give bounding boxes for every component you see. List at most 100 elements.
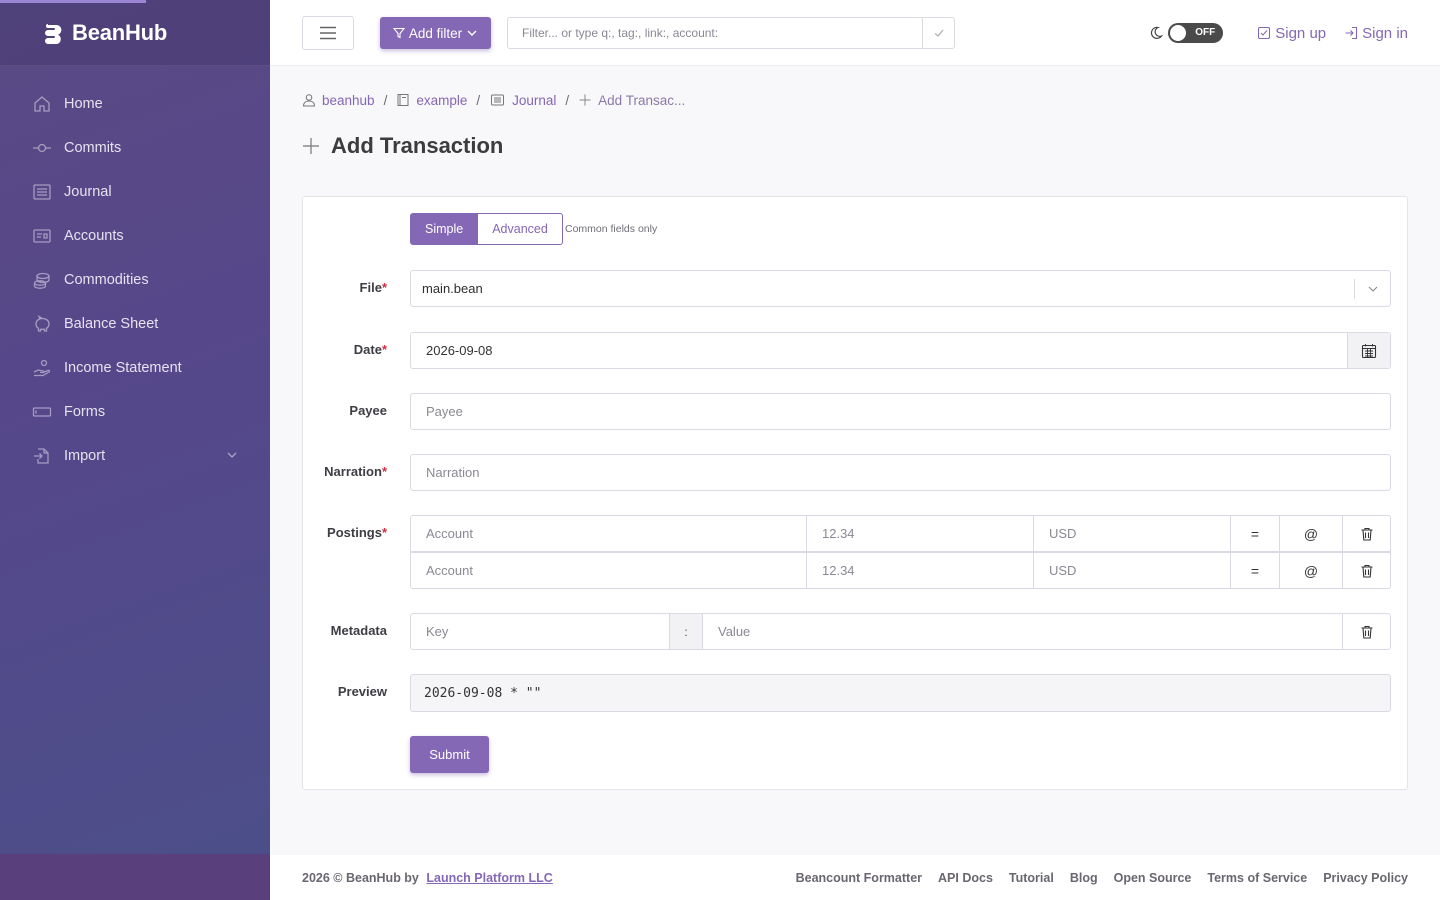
breadcrumb-repo[interactable]: example [396,93,467,108]
dark-mode-toggle[interactable]: OFF [1168,23,1224,43]
preview-box: 2026-09-08 * "" [410,674,1391,712]
postings-label: Postings* [327,525,387,540]
delete-metadata-button[interactable] [1343,614,1390,649]
sign-up-label: Sign up [1275,24,1327,42]
posting-account-input[interactable] [426,526,806,541]
breadcrumb-journal[interactable]: Journal [489,93,556,108]
sidebar-item-journal[interactable]: Journal [0,170,270,214]
breadcrumb-journal-label: Journal [512,92,557,108]
payee-input[interactable] [411,404,1390,419]
simple-mode-button[interactable]: Simple [410,213,479,245]
metadata-value-input[interactable] [718,624,1342,639]
sidebar-item-home[interactable]: Home [0,82,270,126]
price-button[interactable]: @ [1280,553,1343,588]
sidebar-item-label: Import [64,448,106,464]
sidebar-item-label: Accounts [64,228,124,244]
sidebar-item-label: Commodities [64,272,149,288]
posting-amount-input[interactable] [822,526,1033,541]
header-actions: OFF Sign up Sign in [1149,0,1408,66]
chevron-down-icon[interactable] [226,449,238,461]
file-select[interactable]: main.bean [410,270,1391,307]
footer-link-beancount-formatter[interactable]: Beancount Formatter [796,871,922,885]
advanced-mode-button[interactable]: Advanced [478,213,563,245]
date-field [410,332,1391,369]
narration-field [410,454,1391,491]
checkbox-icon [1258,26,1271,40]
coins-icon [32,270,52,290]
posting-amount-cell [807,553,1034,588]
commit-icon [32,138,52,158]
footer-link-api-docs[interactable]: API Docs [938,871,993,885]
filter-icon [392,27,405,39]
posting-currency-input[interactable] [1049,526,1230,541]
sidebar-item-income-statement[interactable]: Income Statement [0,346,270,390]
sidebar-item-commodities[interactable]: Commodities [0,258,270,302]
top-header: Add filter OFF Sign up Sign in [270,0,1440,66]
narration-input[interactable] [411,465,1390,480]
calendar-button[interactable] [1347,333,1390,368]
plus-icon [579,94,591,106]
sidebar-item-label: Home [64,96,103,112]
mode-note: Common fields only [565,223,658,235]
form-icon [32,402,52,422]
sign-up-link[interactable]: Sign up [1257,25,1326,42]
footer-link-tutorial[interactable]: Tutorial [1009,871,1054,885]
loading-bar [0,0,146,3]
file-label: File* [359,280,387,295]
footer-link-privacy[interactable]: Privacy Policy [1323,871,1408,885]
page-title: Add Transaction [302,132,503,160]
footer-link-blog[interactable]: Blog [1070,871,1098,885]
date-label: Date* [353,342,387,357]
delete-posting-button[interactable] [1343,553,1390,588]
price-button[interactable]: @ [1280,516,1343,551]
hamburger-icon [320,26,336,40]
breadcrumb-separator: / [565,92,570,108]
search-input[interactable] [508,18,922,48]
breadcrumb-user[interactable]: beanhub [302,93,375,108]
posting-currency-cell [1034,553,1231,588]
toggle-label: OFF [1195,27,1216,38]
payee-label: Payee [349,403,387,418]
toggle-knob [1170,25,1187,41]
breadcrumb-separator: / [476,92,481,108]
search-submit-button[interactable] [922,18,954,48]
posting-account-input[interactable] [426,563,806,578]
sign-in-link[interactable]: Sign in [1344,25,1408,42]
menu-toggle-button[interactable] [302,16,354,50]
sidebar-item-import[interactable]: Import [0,434,270,478]
metadata-key-input[interactable] [426,624,669,639]
trash-icon [1361,564,1372,578]
brand[interactable]: BeanHub [0,0,270,66]
sidebar: BeanHub Home Commits Journal Accounts Co… [0,0,270,900]
add-filter-button[interactable]: Add filter [380,17,491,49]
balance-assert-button[interactable]: = [1231,553,1280,588]
posting-amount-cell [807,516,1034,551]
breadcrumb-current-label: Add Transac... [598,92,686,108]
footer-link-terms[interactable]: Terms of Service [1207,871,1307,885]
sidebar-item-balance-sheet[interactable]: Balance Sheet [0,302,270,346]
submit-button[interactable]: Submit [410,736,489,773]
date-input[interactable] [411,343,1347,358]
metadata-row: : [410,613,1391,650]
mode-switch: Simple Advanced [410,213,563,245]
breadcrumb-current: Add Transac... [578,93,685,108]
search-box [507,17,955,49]
footer-link-open-source[interactable]: Open Source [1114,871,1192,885]
posting-amount-input[interactable] [822,563,1033,578]
delete-posting-button[interactable] [1343,516,1390,551]
payee-field [410,393,1391,430]
breadcrumb: beanhub / example / Journal / Add Transa… [302,90,685,110]
hand-coin-icon [32,358,52,378]
user-icon [302,94,316,107]
sidebar-item-commits[interactable]: Commits [0,126,270,170]
preview-label: Preview [337,684,387,699]
sign-in-icon [1345,26,1358,40]
sign-in-label: Sign in [1362,24,1408,42]
posting-currency-input[interactable] [1049,563,1230,578]
transaction-form: Simple Advanced Common fields only File*… [302,196,1408,790]
company-link[interactable]: Launch Platform LLC [426,871,552,885]
balance-assert-button[interactable]: = [1231,516,1280,551]
sidebar-item-accounts[interactable]: Accounts [0,214,270,258]
trash-icon [1361,527,1372,541]
sidebar-item-forms[interactable]: Forms [0,390,270,434]
